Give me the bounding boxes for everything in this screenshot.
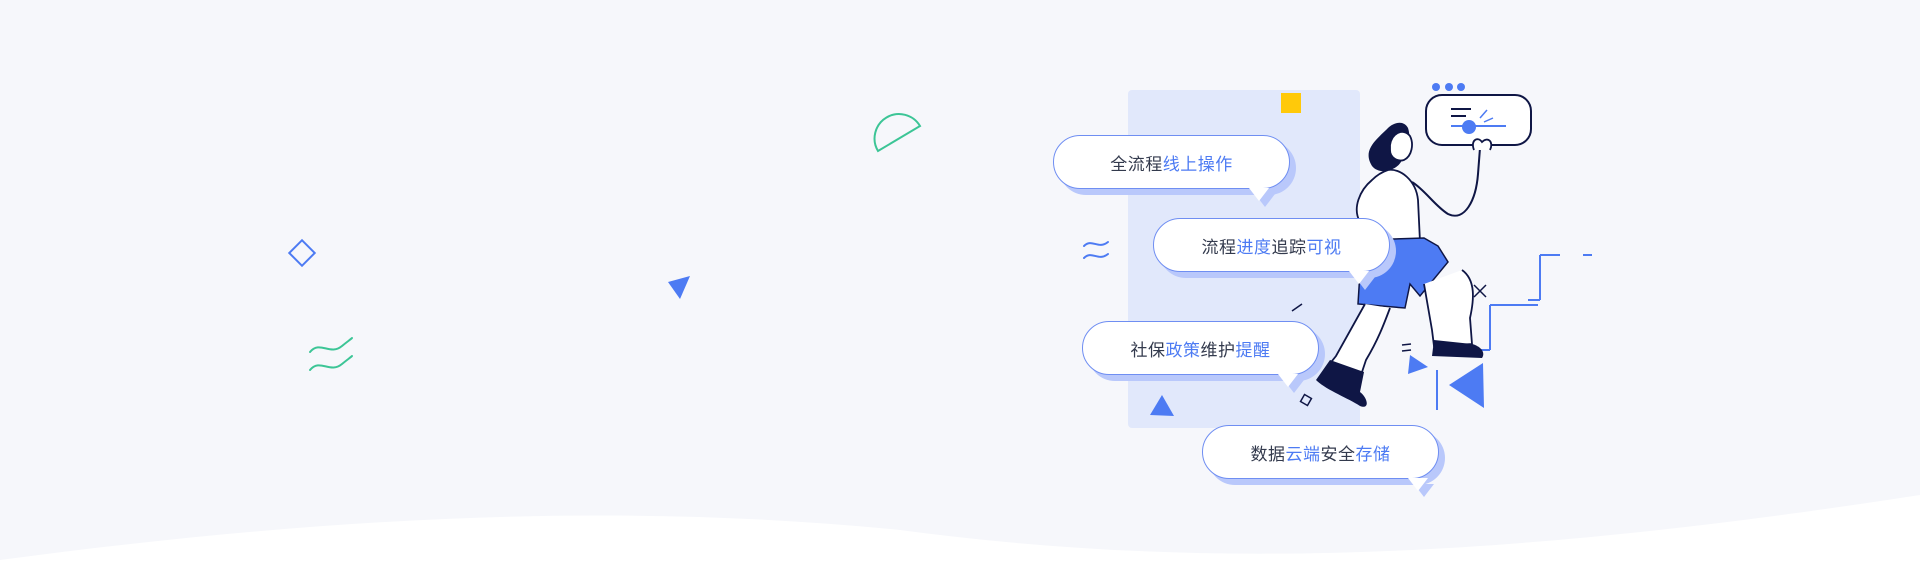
feature-bubble-policy-reminder: 社保 政策 维护 提醒 — [1082, 321, 1325, 393]
feature-bubble-progress-tracking: 流程 进度 追踪 可视 — [1153, 218, 1396, 290]
feature-text-plain: 社保 — [1130, 340, 1166, 361]
feature-bubble-online-operation: 全流程 线上操作 — [1053, 135, 1296, 207]
bubble-tail — [1349, 271, 1369, 284]
bubble-text: 全流程 线上操作 — [1053, 135, 1290, 189]
right-triangle-large-icon — [1449, 363, 1484, 408]
triangle-icon — [668, 276, 690, 299]
feature-text-highlight: 线上操作 — [1162, 154, 1233, 175]
x-mark-icon — [1473, 284, 1487, 298]
feature-text-plain: 安全 — [1320, 444, 1356, 465]
dot-2 — [1445, 83, 1453, 91]
bubble-tail — [1249, 188, 1269, 201]
feature-text-highlight: 提醒 — [1235, 340, 1271, 361]
feature-text-plain: 数据 — [1250, 444, 1286, 465]
green-wave-icon — [309, 337, 353, 353]
bubble-tail — [1408, 478, 1428, 491]
half-circle-icon — [873, 113, 922, 153]
feature-text-highlight: 政策 — [1165, 340, 1201, 361]
feature-text-highlight: 可视 — [1306, 237, 1342, 258]
blue-wave-icon — [1083, 241, 1109, 247]
bubble-tail — [1278, 374, 1298, 387]
banner-illustration — [0, 83, 1920, 570]
feature-text-highlight: 存储 — [1355, 444, 1391, 465]
yellow-square-icon — [1281, 93, 1301, 113]
feature-bubble-cloud-storage: 数据 云端 安全 存储 — [1202, 425, 1445, 497]
right-triangle-small-icon — [1408, 355, 1428, 374]
feature-text-plain: 全流程 — [1110, 154, 1163, 175]
blue-wave-icon-2 — [1083, 253, 1109, 259]
hero-banner: 全流程 线上操作 流程 进度 追踪 可视 社保 政策 维护 提醒 数据 云端 安全 存储 — [0, 0, 1920, 570]
green-wave-icon-2 — [309, 355, 353, 371]
bubble-text: 流程 进度 追踪 可视 — [1153, 218, 1390, 272]
feature-text-plain: 流程 — [1201, 237, 1237, 258]
feature-text-plain: 追踪 — [1271, 237, 1307, 258]
feature-text-highlight: 进度 — [1236, 237, 1272, 258]
bubble-text: 社保 政策 维护 提醒 — [1082, 321, 1319, 375]
screen-touch-point — [1462, 120, 1476, 134]
feature-text-highlight: 云端 — [1285, 444, 1321, 465]
dot-3 — [1457, 83, 1465, 91]
dot-1 — [1432, 83, 1440, 91]
bottom-wave — [0, 495, 1920, 570]
screen-tile — [1425, 94, 1532, 146]
bubble-text: 数据 云端 安全 存储 — [1202, 425, 1439, 479]
feature-text-plain: 维护 — [1200, 340, 1236, 361]
equals-mark-2 — [1401, 349, 1412, 352]
diamond-outline-icon — [287, 238, 317, 268]
equals-mark-1 — [1401, 343, 1412, 346]
